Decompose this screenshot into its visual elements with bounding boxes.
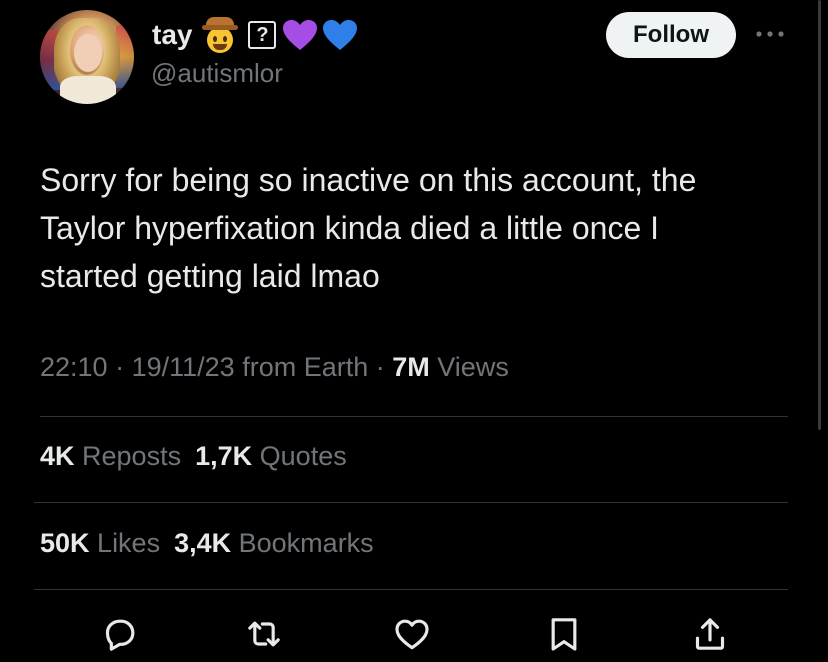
reposts-count: 4K <box>40 441 75 471</box>
likes-count: 50K <box>40 528 90 558</box>
divider <box>34 502 788 503</box>
blue-heart-icon <box>322 19 358 51</box>
repost-icon <box>244 614 284 654</box>
divider <box>34 589 788 590</box>
quotes-label: Quotes <box>259 441 347 471</box>
bookmark-icon <box>544 614 584 654</box>
author-display-name[interactable]: tay <box>152 19 192 51</box>
avatar[interactable] <box>40 10 134 104</box>
cowboy-hat-face-icon <box>202 17 239 53</box>
quotes-stat[interactable]: 1,7K Quotes <box>195 441 347 471</box>
likes-label: Likes <box>97 528 161 558</box>
tweet-source: from Earth <box>242 352 369 382</box>
avatar-dress <box>60 76 116 104</box>
reply-button[interactable] <box>96 612 144 656</box>
views-label: Views <box>437 352 509 382</box>
reposts-stat[interactable]: 4K Reposts <box>40 441 181 471</box>
author-name-row[interactable]: tay ? <box>152 16 362 54</box>
repost-quote-stats: 4K Reposts 1,7K Quotes <box>40 441 347 472</box>
more-horizontal-icon[interactable] <box>754 26 786 42</box>
like-bookmark-stats: 50K Likes 3,4K Bookmarks <box>40 528 374 559</box>
like-icon <box>392 614 432 654</box>
bookmarks-count: 3,4K <box>174 528 232 558</box>
bookmark-button[interactable] <box>540 612 588 656</box>
share-icon <box>690 614 730 654</box>
quotes-count: 1,7K <box>195 441 253 471</box>
reply-icon <box>100 614 140 654</box>
scrollbar-thumb[interactable] <box>818 0 821 430</box>
avatar-face <box>74 34 102 72</box>
unknown-glyph-box-icon: ? <box>248 21 277 49</box>
tweet-date[interactable]: 19/11/23 <box>132 352 235 382</box>
follow-button[interactable]: Follow <box>606 12 736 58</box>
reposts-label: Reposts <box>82 441 182 471</box>
tweet-meta: 22:10 · 19/11/23 from Earth · 7M Views <box>40 352 509 383</box>
divider <box>40 416 788 417</box>
meta-separator: · <box>107 352 132 382</box>
tweet-text: Sorry for being so inactive on this acco… <box>40 162 697 294</box>
share-button[interactable] <box>686 612 734 656</box>
like-button[interactable] <box>388 612 436 656</box>
views-count: 7M <box>392 352 430 382</box>
repost-button[interactable] <box>240 612 288 656</box>
meta-separator: · <box>368 352 393 382</box>
likes-stat[interactable]: 50K Likes <box>40 528 160 558</box>
bookmarks-stat[interactable]: 3,4K Bookmarks <box>174 528 374 558</box>
purple-heart-icon <box>282 19 318 51</box>
tweet-time[interactable]: 22:10 <box>40 352 108 382</box>
bookmarks-label: Bookmarks <box>238 528 374 558</box>
author-handle[interactable]: @autismlor <box>151 58 283 89</box>
